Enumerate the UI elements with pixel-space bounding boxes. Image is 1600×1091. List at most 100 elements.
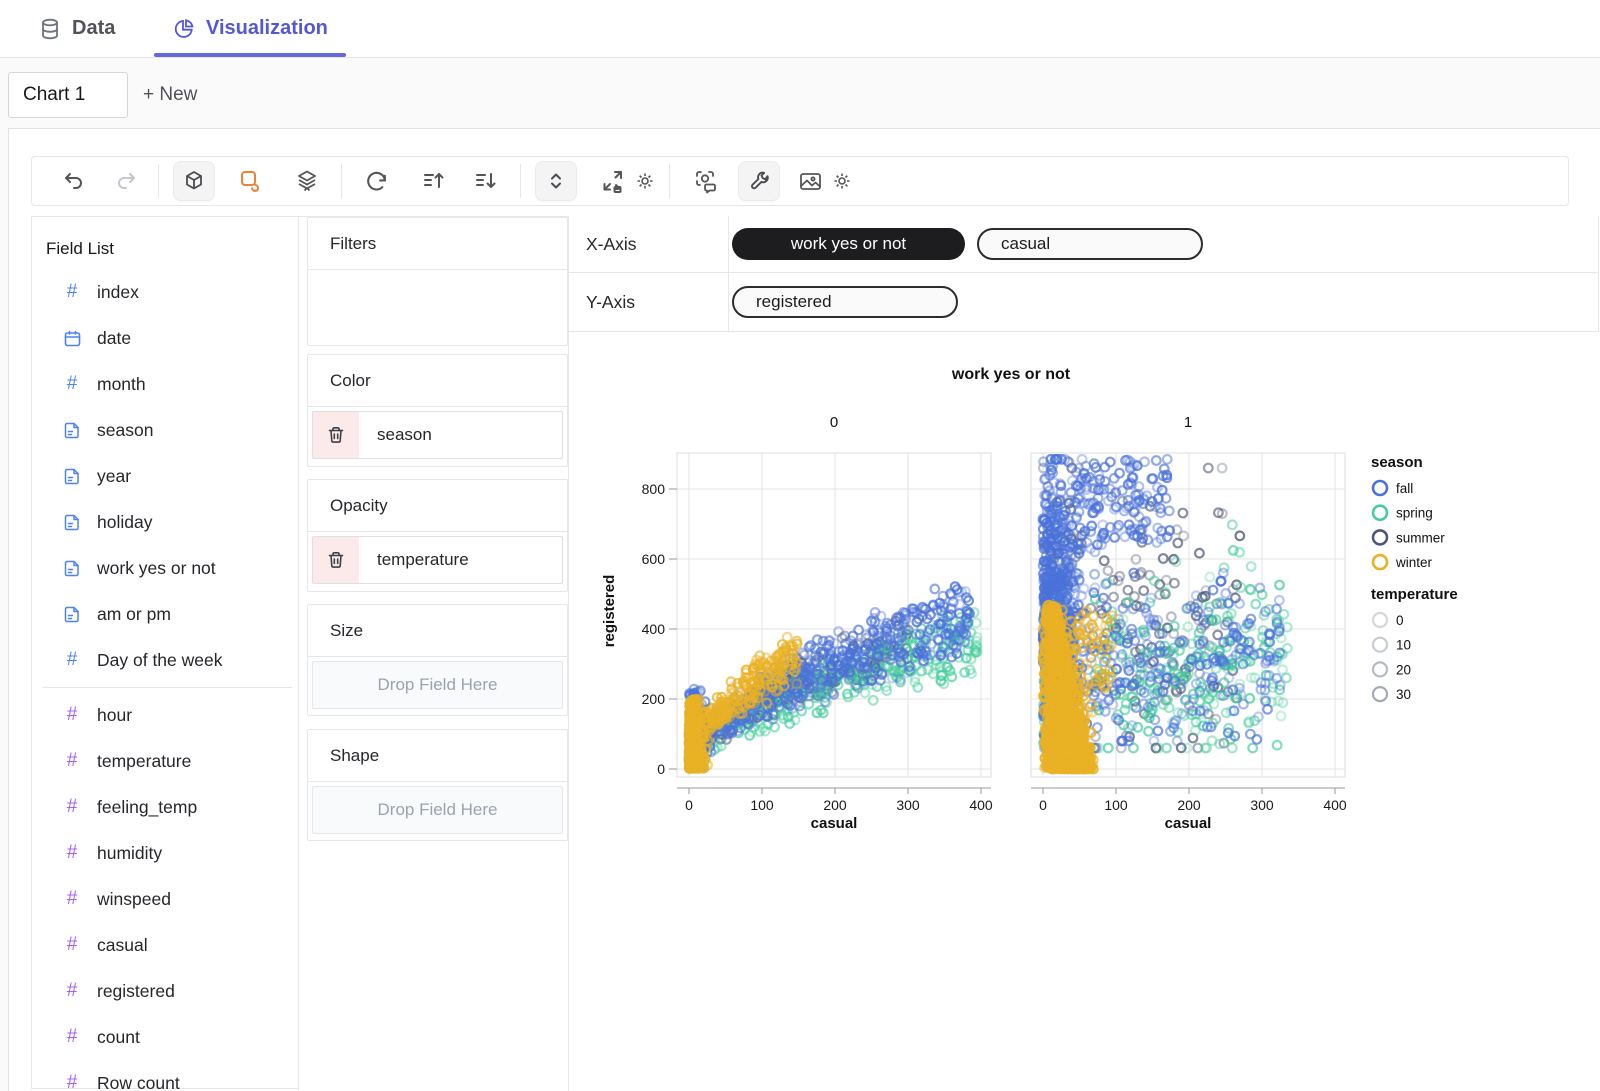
field-label: registered bbox=[97, 980, 175, 1001]
remove-color-field-button[interactable] bbox=[313, 412, 359, 458]
chevron-up-down-icon bbox=[551, 173, 561, 189]
new-chart-button[interactable]: + New bbox=[143, 72, 197, 118]
fullscreen-export-button[interactable] bbox=[595, 161, 631, 201]
svg-text:100: 100 bbox=[1104, 797, 1128, 813]
color-field-label: season bbox=[377, 425, 432, 444]
svg-text:300: 300 bbox=[1250, 797, 1274, 813]
chart-tab-1[interactable]: Chart 1 bbox=[8, 72, 128, 118]
trash-icon bbox=[328, 427, 344, 443]
undo-button[interactable] bbox=[56, 161, 92, 201]
highlight-square-icon bbox=[241, 171, 260, 192]
export-image-settings-gear-icon[interactable] bbox=[830, 161, 854, 201]
x-axis-field-work-yes-or-not[interactable]: work yes or not bbox=[732, 228, 965, 260]
image-icon bbox=[799, 172, 821, 190]
field-item-registered[interactable]: # registered bbox=[32, 968, 298, 1014]
svg-text:20: 20 bbox=[1396, 662, 1411, 677]
field-label: month bbox=[97, 373, 146, 394]
config-button[interactable] bbox=[738, 161, 780, 201]
svg-text:600: 600 bbox=[642, 551, 666, 567]
refresh-icon bbox=[366, 171, 386, 190]
field-label: winspeed bbox=[97, 888, 171, 909]
y-axis-shelf: Y-Axis registered bbox=[569, 273, 1599, 332]
redo-button[interactable] bbox=[108, 161, 144, 201]
field-item-month[interactable]: # month bbox=[32, 361, 298, 407]
svg-text:400: 400 bbox=[642, 621, 666, 637]
hash-field-icon: # bbox=[66, 649, 78, 670]
svg-text:1: 1 bbox=[1184, 414, 1192, 431]
color-panel: Color season bbox=[307, 354, 568, 467]
y-axis-shelf-label: Y-Axis bbox=[569, 273, 729, 331]
svg-text:200: 200 bbox=[1177, 797, 1201, 813]
sort-descending-icon bbox=[476, 173, 496, 189]
layers-icon bbox=[298, 170, 316, 192]
field-item-hour[interactable]: # hour bbox=[32, 692, 298, 738]
text-field-icon bbox=[62, 421, 82, 440]
top-tab-bar: Data Visualization bbox=[0, 0, 1600, 58]
tab-data[interactable]: Data bbox=[38, 0, 115, 57]
svg-text:300: 300 bbox=[896, 797, 920, 813]
x-axis-field-casual[interactable]: casual bbox=[977, 228, 1203, 260]
sort-ascending-button[interactable] bbox=[416, 161, 452, 201]
sort-descending-button[interactable] bbox=[468, 161, 504, 201]
field-item-index[interactable]: # index bbox=[32, 269, 298, 315]
size-panel: Size Drop Field Here bbox=[307, 604, 568, 716]
remove-opacity-field-button[interactable] bbox=[313, 537, 359, 583]
svg-text:10: 10 bbox=[1396, 638, 1411, 653]
svg-text:spring: spring bbox=[1396, 506, 1433, 521]
hash-field-icon: # bbox=[66, 842, 78, 863]
field-list-divider bbox=[42, 687, 292, 688]
y-axis-field-registered[interactable]: registered bbox=[732, 286, 958, 318]
pygwalker-app: Data Visualization Chart 1 + New Field L… bbox=[0, 0, 1600, 1091]
field-item-humidity[interactable]: # humidity bbox=[32, 830, 298, 876]
svg-text:casual: casual bbox=[1165, 815, 1212, 832]
explain-data-button[interactable] bbox=[688, 161, 724, 201]
main-card: Field List # index date # month season year hol… bbox=[8, 128, 1600, 1091]
hash-field-icon: # bbox=[66, 1026, 78, 1047]
hash-field-icon: # bbox=[66, 888, 78, 909]
filters-panel: Filters bbox=[307, 217, 568, 346]
field-item-work-yes-or-not[interactable]: work yes or not bbox=[32, 545, 298, 591]
field-item-temperature[interactable]: # temperature bbox=[32, 738, 298, 784]
field-item-date[interactable]: date bbox=[32, 315, 298, 361]
layers-button[interactable] bbox=[289, 161, 325, 201]
hash-field-icon: # bbox=[66, 980, 78, 1001]
field-label: Day of the week bbox=[97, 649, 223, 670]
export-image-button[interactable] bbox=[792, 161, 828, 201]
svg-text:100: 100 bbox=[750, 797, 774, 813]
refresh-button[interactable] bbox=[358, 161, 394, 201]
svg-text:season: season bbox=[1371, 454, 1423, 471]
toolbar-divider bbox=[341, 164, 342, 198]
field-item-day-of-the-week[interactable]: # Day of the week bbox=[32, 637, 298, 683]
color-title: Color bbox=[308, 355, 567, 407]
undo-icon bbox=[65, 173, 82, 189]
size-title: Size bbox=[308, 605, 567, 657]
tab-visualization[interactable]: Visualization bbox=[154, 0, 346, 57]
toolbar-divider bbox=[520, 164, 521, 198]
hash-field-icon: # bbox=[66, 281, 78, 302]
resize-mode-button[interactable] bbox=[535, 161, 577, 201]
field-label: humidity bbox=[97, 842, 163, 863]
field-item-casual[interactable]: # casual bbox=[32, 922, 298, 968]
size-drop-placeholder: Drop Field Here bbox=[377, 675, 498, 694]
color-field-pill[interactable]: season bbox=[312, 411, 563, 459]
field-item-winspeed[interactable]: # winspeed bbox=[32, 876, 298, 922]
field-item-am-or-pm[interactable]: am or pm bbox=[32, 591, 298, 637]
mark-type-button[interactable] bbox=[173, 161, 215, 201]
filters-dropzone[interactable] bbox=[308, 270, 567, 346]
field-item-count[interactable]: # count bbox=[32, 1014, 298, 1060]
hash-field-icon: # bbox=[66, 1072, 78, 1091]
shape-dropzone[interactable]: Drop Field Here bbox=[312, 786, 563, 834]
fullscreen-settings-gear-icon[interactable] bbox=[633, 161, 657, 201]
field-label: am or pm bbox=[97, 603, 171, 624]
field-item-row-count[interactable]: # Row count bbox=[32, 1060, 298, 1091]
redo-icon bbox=[118, 173, 135, 189]
annotate-button[interactable] bbox=[233, 161, 269, 201]
field-item-holiday[interactable]: holiday bbox=[32, 499, 298, 545]
field-item-feeling-temp[interactable]: # feeling_temp bbox=[32, 784, 298, 830]
tab-visualization-label: Visualization bbox=[206, 17, 328, 39]
size-dropzone[interactable]: Drop Field Here bbox=[312, 661, 563, 709]
field-label: index bbox=[97, 281, 139, 302]
field-item-season[interactable]: season bbox=[32, 407, 298, 453]
opacity-field-pill[interactable]: temperature bbox=[312, 536, 563, 584]
field-item-year[interactable]: year bbox=[32, 453, 298, 499]
